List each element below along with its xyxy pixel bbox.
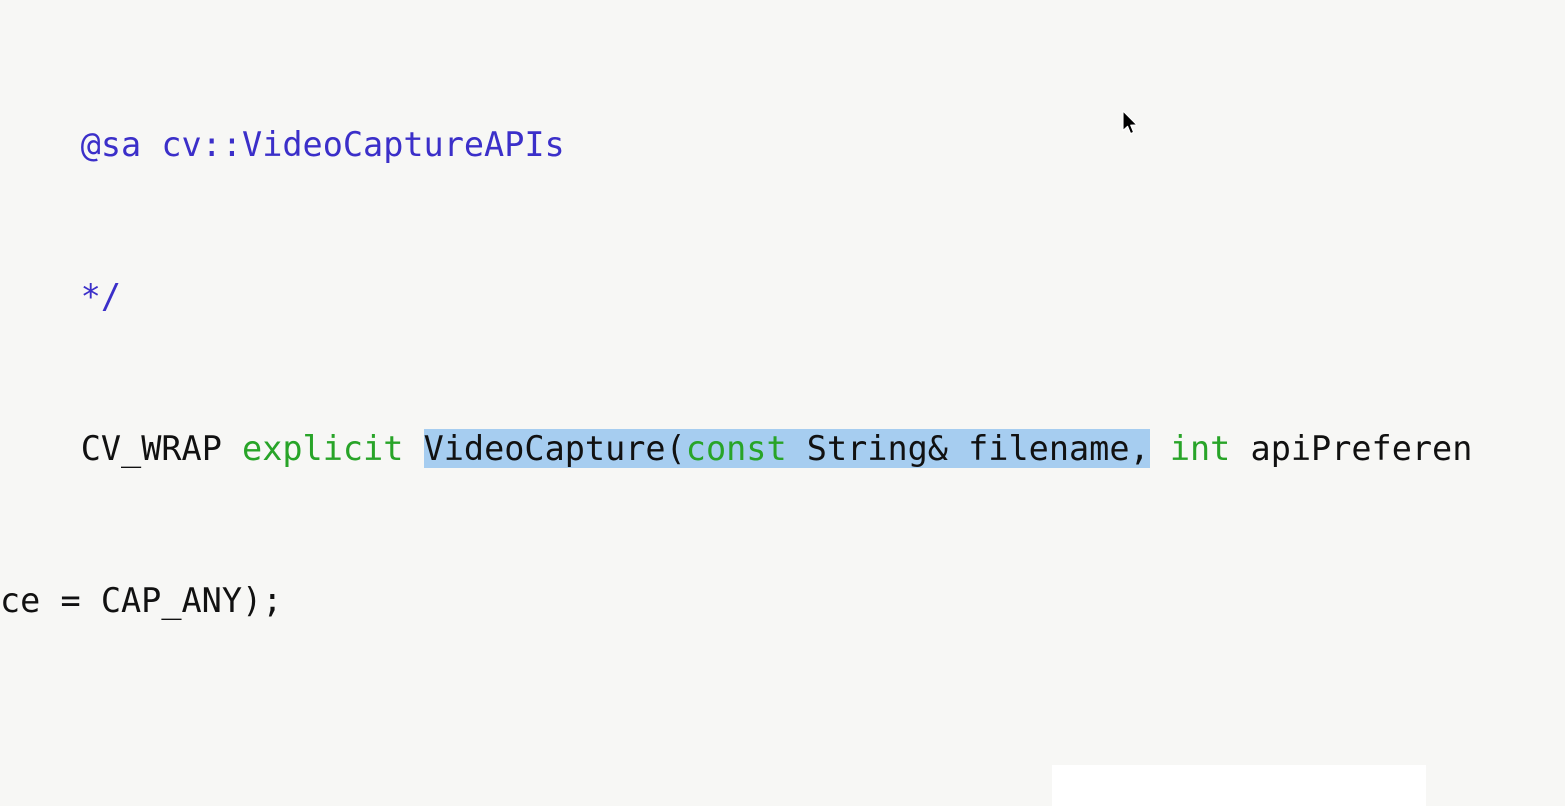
keyword-token: explicit [242, 429, 404, 468]
blank-token [0, 733, 20, 772]
macro-token: CV_WRAP [80, 429, 243, 468]
code-line[interactable]: CV_WRAP explicit VideoCapture(const Stri… [0, 429, 1565, 468]
keyword-token: int [1169, 429, 1231, 468]
autocomplete-popup-panel[interactable] [1052, 765, 1426, 806]
comment-token: */ [0, 277, 122, 316]
param-token: apiPreferen [1230, 429, 1473, 468]
selected-params-token[interactable]: String& filename, [786, 429, 1150, 468]
popup-content [1052, 765, 1426, 773]
selected-keyword-token[interactable]: const [685, 429, 787, 468]
code-text-area[interactable]: @sa cv::VideoCaptureAPIs */ CV_WRAP expl… [0, 0, 1565, 806]
code-line[interactable]: @sa cv::VideoCaptureAPIs [0, 126, 1565, 164]
code-token: ce = CAP_ANY); [0, 581, 283, 620]
code-line[interactable]: */ [0, 278, 1565, 316]
code-line-wrapped[interactable]: ce = CAP_ANY); [0, 582, 1565, 620]
selected-identifier-token[interactable]: VideoCapture( [423, 429, 686, 468]
code-editor-viewport[interactable]: @sa cv::VideoCaptureAPIs */ CV_WRAP expl… [0, 0, 1565, 806]
comment-token: @sa cv::VideoCaptureAPIs [0, 125, 565, 164]
